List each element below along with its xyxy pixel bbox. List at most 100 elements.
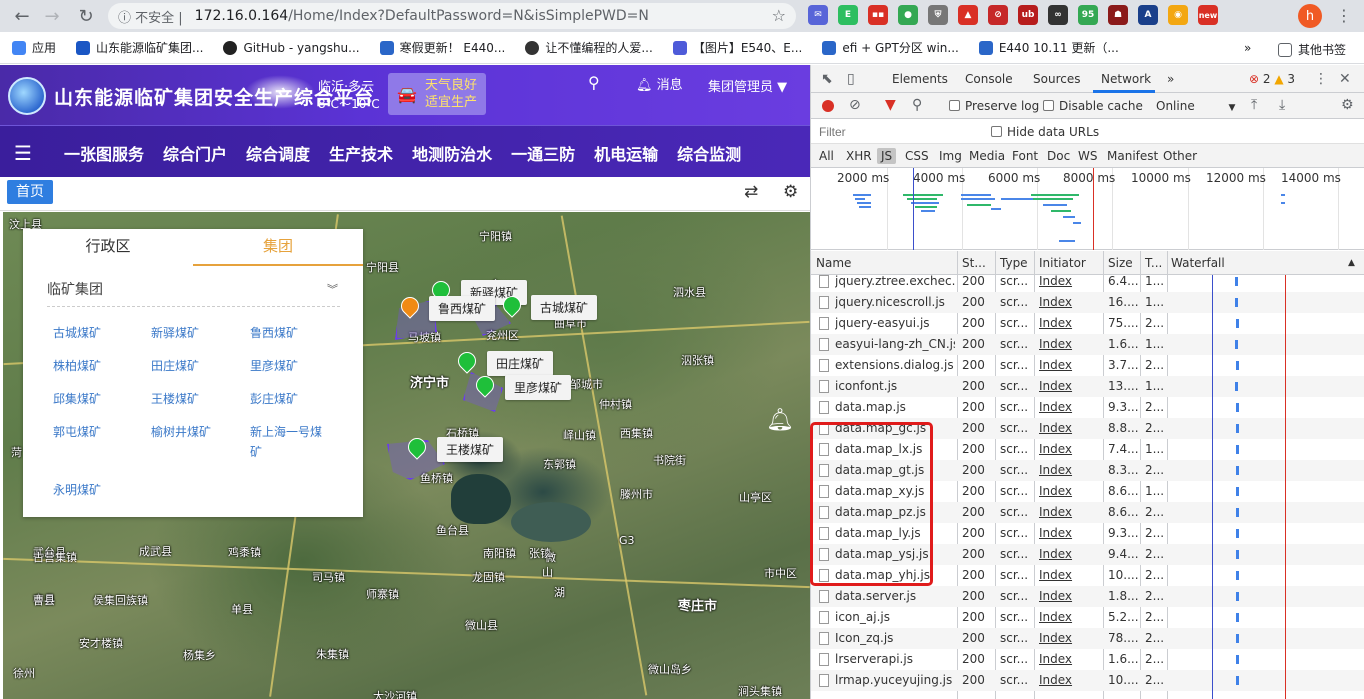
request-row[interactable]: lrserverapi.js 200 scr... Index 1.6... 2... [811,649,1364,670]
request-initiator[interactable]: Index [1039,313,1099,334]
hamburger-menu-icon[interactable]: ☰ [14,141,32,165]
extension-badge-icon[interactable]: 95 [1078,5,1098,25]
request-row[interactable]: data.map_gt.js 200 scr... Index 8.3... 2... [811,460,1364,481]
search-icon[interactable]: ⚲ [588,73,600,92]
map-pin-label[interactable]: 王楼煤矿 [437,437,504,462]
type-filter[interactable]: All [819,149,834,163]
refresh-icon[interactable]: ⇄ [744,182,758,202]
request-initiator[interactable]: Index [1039,334,1099,355]
menu-kebab-icon[interactable]: ⋮ [1336,6,1352,25]
nav-item[interactable]: 综合监测 [677,141,741,165]
mine-link[interactable]: 新上海一号煤矿 [250,422,330,462]
type-filter-active[interactable]: JS [877,148,897,164]
request-initiator[interactable]: Index [1039,355,1099,376]
column-header-size[interactable]: Size [1108,256,1133,270]
evernote-icon[interactable]: E [838,5,858,25]
tab-admin-region[interactable]: 行政区 [23,229,193,266]
user-menu[interactable]: 集团管理员 ▼ [708,76,787,95]
nav-item[interactable]: 综合门户 [163,141,227,165]
throttle-select[interactable]: Online ▼ [1156,99,1235,113]
column-header-time[interactable]: T... [1145,256,1162,270]
column-header-name[interactable]: Name [816,256,851,270]
tab-group[interactable]: 集团 [193,229,363,266]
bookmark-item[interactable]: 让不懂编程的人爱... [525,39,653,56]
extension-icon[interactable]: A [1138,5,1158,25]
nav-item[interactable]: 机电运输 [594,141,658,165]
mine-link[interactable]: 新驿煤矿 [151,323,199,343]
issue-counter[interactable]: ⊗ 2 ▲ 3 [1249,72,1295,86]
column-header-initiator[interactable]: Initiator [1039,256,1086,270]
request-initiator[interactable]: Index [1039,649,1099,670]
map-pin-green-icon[interactable] [454,348,480,374]
search-icon[interactable]: ⚲ [912,97,922,113]
type-filter[interactable]: Font [1012,149,1038,163]
type-filter[interactable]: Other [1163,149,1197,163]
filter-input[interactable] [816,123,978,141]
extension-icon[interactable]: ✉ [808,5,828,25]
bookmark-item[interactable]: 山东能源临矿集团... [76,39,203,56]
filter-icon[interactable]: ▼ [885,97,896,113]
more-tabs-button[interactable]: » [1167,72,1174,86]
nav-item[interactable]: 生产技术 [329,141,393,165]
bookmark-item[interactable]: 【图片】E540、E... [672,39,802,56]
extension-icon[interactable]: ◉ [1168,5,1188,25]
map-pin-label[interactable]: 田庄煤矿 [487,351,554,376]
alarm-bell-icon[interactable]: 🔔︎ [766,408,794,433]
close-icon[interactable]: ✕ [1339,71,1351,87]
request-row[interactable]: data.map_lx.js 200 scr... Index 7.4... 1... [811,439,1364,460]
request-initiator[interactable]: Index [1039,481,1099,502]
request-initiator[interactable]: Index [1039,628,1099,649]
request-row[interactable]: data.map_ysj.js 200 scr... Index 9.4... 2... [811,544,1364,565]
upload-icon[interactable]: ⤒ [1251,97,1257,113]
request-row[interactable]: data.map_gc.js 200 scr... Index 8.8... 2... [811,418,1364,439]
type-filter[interactable]: Media [969,149,1005,163]
request-row[interactable]: jquery.ztree.exchec... 200 scr... Index 6.4.… [811,275,1364,292]
clear-icon[interactable]: ⊘ [849,97,861,113]
mine-link[interactable]: 株柏煤矿 [53,356,101,376]
nav-item[interactable]: 综合调度 [246,141,310,165]
extension-icon[interactable]: ∞ [1048,5,1068,25]
type-filter[interactable]: CSS [905,149,929,163]
mine-link[interactable]: 鲁西煤矿 [250,323,298,343]
sort-up-icon[interactable]: ▲ [1348,258,1355,268]
request-row[interactable]: Icon_zq.js 200 scr... Index 78.... 2... [811,628,1364,649]
hide-data-urls-checkbox[interactable]: Hide data URLs [991,125,1099,139]
type-filter[interactable]: XHR [846,149,872,163]
mine-link[interactable]: 彭庄煤矿 [250,389,298,409]
request-row[interactable]: icon_aj.js 200 scr... Index 5.2... 2... [811,607,1364,628]
request-initiator[interactable]: Index [1039,292,1099,313]
request-row[interactable]: data.map_pz.js 200 scr... Index 8.6... 2... [811,502,1364,523]
record-icon[interactable] [822,100,834,112]
gear-icon[interactable]: ⚙ [1341,97,1354,113]
mine-link[interactable]: 郭屯煤矿 [53,422,101,442]
download-icon[interactable]: ⤓ [1279,97,1285,113]
request-row[interactable]: data.server.js 200 scr... Index 1.8... 2... [811,586,1364,607]
request-initiator[interactable]: Index [1039,418,1099,439]
shield-icon[interactable]: ⛨ [928,5,948,25]
mine-link[interactable]: 榆树井煤矿 [151,422,211,442]
request-initiator[interactable]: Index [1039,544,1099,565]
tab-console[interactable]: Console [965,72,1013,86]
mine-link[interactable]: 永明煤矿 [53,480,101,500]
nav-item[interactable]: 地测防治水 [412,141,492,165]
extension-icon[interactable]: ● [898,5,918,25]
forward-icon[interactable]: → [38,2,66,30]
message-button[interactable]: 🔔︎ 消息 [636,74,683,93]
column-header-type[interactable]: Type [1000,256,1028,270]
column-header-waterfall[interactable]: Waterfall [1171,256,1225,270]
request-initiator[interactable]: Index [1039,439,1099,460]
bookmark-item[interactable]: 寒假更新！ E440... [379,39,505,56]
extension-new-icon[interactable]: new [1198,5,1218,25]
block-icon[interactable]: ⊘ [988,5,1008,25]
map-view[interactable]: 汶上县宁阳县宁阳镇乡泗水县曲阜市兖州区济宁市邹城市泅张镇石桥镇峄山镇鱼台县滕州市… [3,212,810,699]
mine-link[interactable]: 王楼煤矿 [151,389,199,409]
tab-elements[interactable]: Elements [892,72,948,86]
other-bookmarks[interactable]: 其他书签 [1278,41,1346,58]
type-filter[interactable]: Doc [1047,149,1070,163]
request-row[interactable]: data.map_xy.js 200 scr... Index 8.6... 1... [811,481,1364,502]
request-initiator[interactable]: Index [1039,565,1099,586]
mine-link[interactable]: 田庄煤矿 [151,356,199,376]
type-filter[interactable]: Manifest [1107,149,1158,163]
preserve-log-checkbox[interactable]: Preserve log [949,99,1039,113]
request-initiator[interactable]: Index [1039,502,1099,523]
